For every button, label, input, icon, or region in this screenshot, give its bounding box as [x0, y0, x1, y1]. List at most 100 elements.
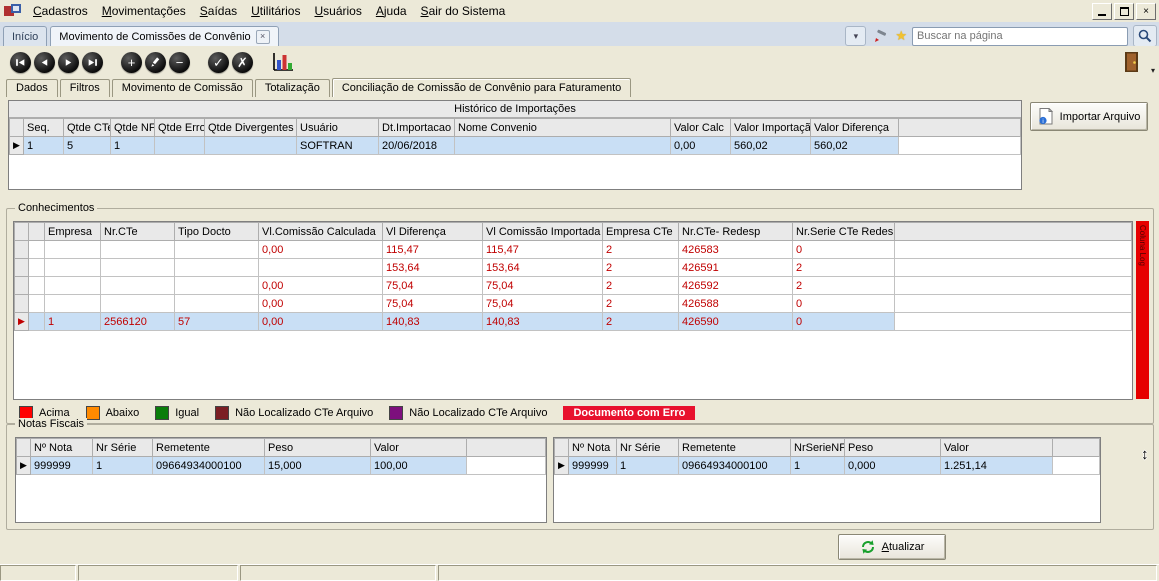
grid-cell[interactable]	[101, 277, 175, 295]
grid-cell[interactable]: 2	[793, 259, 895, 277]
menu-item-ajuda[interactable]: Ajuda	[369, 2, 414, 20]
tab-close-icon[interactable]: ×	[256, 30, 270, 44]
grid-cell[interactable]: 2	[603, 259, 679, 277]
grid-cell[interactable]: 0,000	[845, 457, 941, 475]
edit-button[interactable]	[145, 52, 166, 73]
grid-cell[interactable]	[45, 277, 101, 295]
grid-cell[interactable]	[29, 241, 45, 259]
grid-cell[interactable]: 0,00	[259, 277, 383, 295]
importar-arquivo-button[interactable]: i Importar Arquivo	[1030, 102, 1148, 131]
grid-cell[interactable]: 1	[24, 137, 64, 155]
cancel-button[interactable]: ✗	[232, 52, 253, 73]
tab-inicio[interactable]: Início	[3, 26, 47, 46]
grid-cell[interactable]: 1	[617, 457, 679, 475]
grid-cell[interactable]: 140,83	[483, 313, 603, 331]
grid-cell[interactable]: SOFTRAN	[297, 137, 379, 155]
grid-cell[interactable]: 999999	[31, 457, 93, 475]
grid-cell[interactable]: 15,000	[265, 457, 371, 475]
minimize-button[interactable]	[1092, 3, 1112, 20]
grid-cell[interactable]: 426591	[679, 259, 793, 277]
grid-cell[interactable]: 2	[603, 241, 679, 259]
close-button[interactable]: ×	[1136, 3, 1156, 20]
grid-cell[interactable]: 2	[603, 295, 679, 313]
grid-cell[interactable]: 20/06/2018	[379, 137, 455, 155]
historico-row[interactable]: ▶ 1 5 1 SOFTRAN 20/06/2018 0,00 560,02 5…	[10, 137, 1021, 155]
grid-cell[interactable]: 426590	[679, 313, 793, 331]
grid-cell[interactable]	[29, 295, 45, 313]
grid-cell[interactable]	[45, 295, 101, 313]
grid-cell[interactable]: 2566120	[101, 313, 175, 331]
nota-fiscal-row[interactable]: ▶ 999999 1 09664934000100 1 0,000 1.251,…	[555, 457, 1100, 475]
insert-button[interactable]: +	[121, 52, 142, 73]
grid-cell[interactable]: 2	[793, 277, 895, 295]
grid-cell[interactable]	[205, 137, 297, 155]
nota-fiscal-row[interactable]: ▶ 999999 1 09664934000100 15,000 100,00	[17, 457, 546, 475]
tab-totalizacao[interactable]: Totalização	[255, 79, 330, 97]
prev-record-button[interactable]	[34, 52, 55, 73]
row-indicator[interactable]	[15, 295, 29, 313]
grid-cell[interactable]	[101, 241, 175, 259]
grid-cell[interactable]	[45, 259, 101, 277]
row-indicator[interactable]	[15, 241, 29, 259]
highlight-pen-button[interactable]	[871, 27, 890, 45]
grid-cell[interactable]: 426588	[679, 295, 793, 313]
restore-button[interactable]	[1114, 3, 1134, 20]
grid-cell[interactable]	[101, 259, 175, 277]
grid-cell[interactable]: 426583	[679, 241, 793, 259]
grid-cell[interactable]: 5	[64, 137, 111, 155]
grid-cell[interactable]	[29, 313, 45, 331]
conhecimento-row[interactable]: 0,00 115,47 115,47 2 426583 0	[15, 241, 1132, 259]
grid-cell[interactable]	[155, 137, 205, 155]
grid-cell[interactable]: 560,02	[811, 137, 899, 155]
grid-cell[interactable]: 999999	[569, 457, 617, 475]
first-record-button[interactable]	[10, 52, 31, 73]
conhecimento-row-selected[interactable]: ▶ 1 2566120 57 0,00 140,83 140,83 2 4265…	[15, 313, 1132, 331]
grid-cell[interactable]: 0,00	[259, 295, 383, 313]
grid-cell[interactable]	[101, 295, 175, 313]
favorites-star-icon[interactable]: ★	[895, 28, 907, 44]
grid-cell[interactable]	[29, 259, 45, 277]
grid-cell[interactable]	[175, 277, 259, 295]
grid-cell[interactable]: 0,00	[259, 241, 383, 259]
grid-cell[interactable]: 1	[93, 457, 153, 475]
grid-cell[interactable]: 153,64	[383, 259, 483, 277]
tab-movimento-comissoes[interactable]: Movimento de Comissões de Convênio ×	[50, 26, 278, 46]
menu-item-utilitarios[interactable]: Utilitários	[244, 2, 307, 20]
grid-cell[interactable]: 0	[793, 295, 895, 313]
tab-movimento-comissao[interactable]: Movimento de Comissão	[112, 79, 253, 97]
confirm-button[interactable]: ✓	[208, 52, 229, 73]
grid-cell[interactable]: 153,64	[483, 259, 603, 277]
grid-cell[interactable]: 0,00	[671, 137, 731, 155]
tab-conciliacao[interactable]: Conciliação de Comissão de Convênio para…	[332, 78, 631, 97]
row-indicator[interactable]	[15, 259, 29, 277]
atualizar-button[interactable]: Atualizar	[838, 534, 946, 560]
grid-cell[interactable]: 1.251,14	[941, 457, 1053, 475]
menu-item-sair[interactable]: Sair do Sistema	[414, 2, 513, 20]
grid-cell[interactable]: 1	[791, 457, 845, 475]
next-record-button[interactable]	[58, 52, 79, 73]
row-indicator-icon[interactable]: ▶	[555, 457, 569, 475]
grid-cell[interactable]: 2	[603, 277, 679, 295]
grid-cell[interactable]: 0	[793, 241, 895, 259]
conhecimento-row[interactable]: 153,64 153,64 2 426591 2	[15, 259, 1132, 277]
grid-cell[interactable]: 115,47	[483, 241, 603, 259]
tab-dados[interactable]: Dados	[6, 79, 58, 97]
grid-cell[interactable]: 09664934000100	[153, 457, 265, 475]
grid-cell[interactable]: 1	[111, 137, 155, 155]
delete-button[interactable]: −	[169, 52, 190, 73]
grid-cell[interactable]	[455, 137, 671, 155]
grid-cell[interactable]	[175, 259, 259, 277]
grid-cell[interactable]: 560,02	[731, 137, 811, 155]
grid-cell[interactable]	[175, 295, 259, 313]
grid-cell[interactable]: 57	[175, 313, 259, 331]
grid-cell[interactable]: 75,04	[483, 295, 603, 313]
grid-cell[interactable]: 2	[603, 313, 679, 331]
grid-cell[interactable]: 115,47	[383, 241, 483, 259]
toolbar-dropdown-icon[interactable]: ▾	[1151, 66, 1155, 75]
search-button[interactable]	[1133, 25, 1157, 47]
grid-cell[interactable]: 75,04	[383, 295, 483, 313]
grid-cell[interactable]	[45, 241, 101, 259]
conhecimento-row[interactable]: 0,00 75,04 75,04 2 426592 2	[15, 277, 1132, 295]
row-indicator[interactable]	[15, 277, 29, 295]
grid-cell[interactable]	[259, 259, 383, 277]
